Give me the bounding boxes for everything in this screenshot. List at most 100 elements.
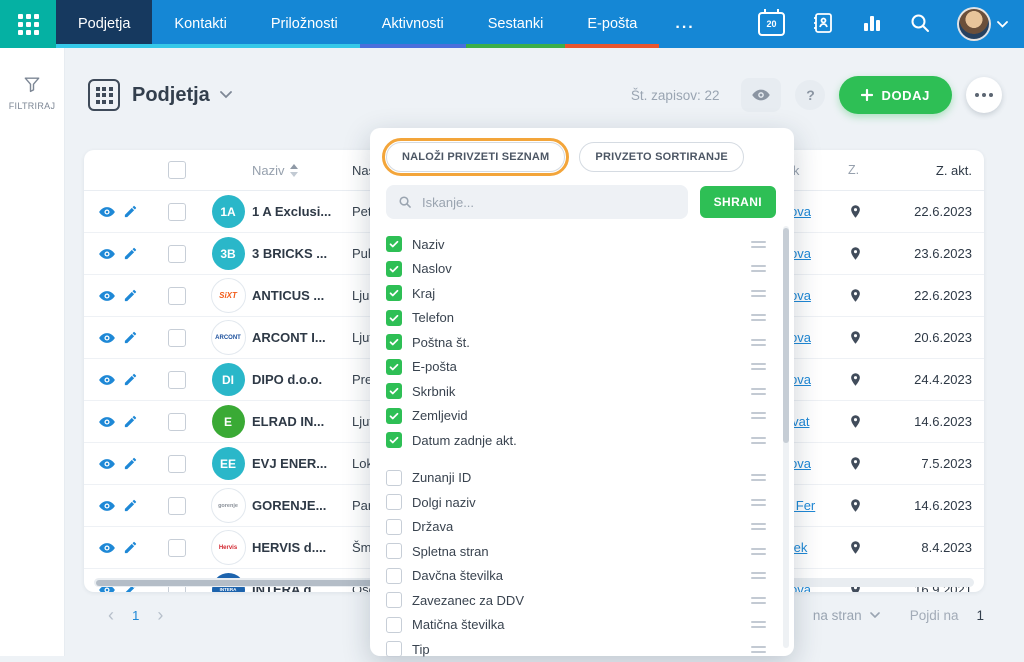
view-row-icon[interactable] [98,203,116,221]
edit-row-icon[interactable] [123,372,138,387]
map-pin-icon[interactable] [848,372,863,387]
tab-sestanki[interactable]: Sestanki [466,0,566,48]
row-checkbox[interactable] [168,287,186,305]
edit-row-icon[interactable] [123,414,138,429]
company-name[interactable]: ARCONT I... [252,330,352,345]
drag-handle-icon[interactable] [751,572,766,579]
visibility-toggle-button[interactable] [741,78,781,112]
edit-row-icon[interactable] [123,540,138,555]
column-checkbox-checked[interactable] [386,359,402,375]
column-checkbox-checked[interactable] [386,261,402,277]
per-page-selector[interactable]: na stran [813,608,880,623]
company-name[interactable]: ELRAD IN... [252,414,352,429]
view-selector-chevron[interactable] [220,91,232,99]
more-tabs-button[interactable]: ... [659,0,710,48]
drag-handle-icon[interactable] [751,363,766,370]
map-pin-icon[interactable] [848,540,863,555]
default-sorting-button[interactable]: PRIVZETO SORTIRANJE [579,142,744,172]
header-zadnja-aktivnost[interactable]: Z. akt. [876,163,984,178]
edit-row-icon[interactable] [123,456,138,471]
column-checkbox-unchecked[interactable] [386,568,402,584]
column-search-box[interactable] [386,185,688,219]
column-checkbox-unchecked[interactable] [386,592,402,608]
row-checkbox[interactable] [168,329,186,347]
drag-handle-icon[interactable] [751,597,766,604]
save-columns-button[interactable]: SHRANI [700,186,776,218]
view-row-icon[interactable] [98,245,116,263]
drag-handle-icon[interactable] [751,241,766,248]
drag-handle-icon[interactable] [751,646,766,653]
drag-handle-icon[interactable] [751,437,766,444]
more-actions-button[interactable] [966,77,1002,113]
company-name[interactable]: GORENJE... [252,498,352,513]
calendar-button[interactable]: 20 [758,12,785,36]
column-checkbox-checked[interactable] [386,236,402,252]
column-checkbox-unchecked[interactable] [386,519,402,535]
company-name[interactable]: HERVIS d.... [252,540,352,555]
view-row-icon[interactable] [98,455,116,473]
map-pin-icon[interactable] [848,246,863,261]
load-default-list-button[interactable]: NALOŽI PRIVZETI SEZNAM [386,142,565,172]
company-name[interactable]: 3 BRICKS ... [252,246,352,261]
map-pin-icon[interactable] [848,414,863,429]
row-checkbox[interactable] [168,371,186,389]
row-checkbox[interactable] [168,497,186,515]
search-button[interactable] [909,12,931,37]
row-checkbox[interactable] [168,455,186,473]
filter-button[interactable]: FILTRIRAJ [9,74,56,111]
column-checkbox-unchecked[interactable] [386,494,402,510]
column-checkbox-checked[interactable] [386,383,402,399]
map-pin-icon[interactable] [848,288,863,303]
view-row-icon[interactable] [98,287,116,305]
map-pin-icon[interactable] [848,204,863,219]
drag-handle-icon[interactable] [751,412,766,419]
apps-menu-button[interactable] [0,0,56,48]
map-pin-icon[interactable] [848,456,863,471]
header-zemljevid[interactable]: Z. [848,163,876,177]
view-row-icon[interactable] [98,329,116,347]
next-page-button[interactable]: › [145,606,175,624]
drag-handle-icon[interactable] [751,548,766,555]
select-all-checkbox[interactable] [168,161,186,179]
column-checkbox-checked[interactable] [386,334,402,350]
goto-page-input[interactable]: 1 [976,608,984,623]
add-record-button[interactable]: DODAJ [839,76,952,114]
drag-handle-icon[interactable] [751,474,766,481]
drag-handle-icon[interactable] [751,265,766,272]
company-name[interactable]: EVJ ENER... [252,456,352,471]
edit-row-icon[interactable] [123,246,138,261]
view-row-icon[interactable] [98,413,116,431]
column-checkbox-unchecked[interactable] [386,641,402,657]
row-checkbox[interactable] [168,539,186,557]
popup-scrollbar-thumb[interactable] [783,228,789,443]
drag-handle-icon[interactable] [751,314,766,321]
contacts-book-button[interactable] [811,11,835,38]
column-checkbox-checked[interactable] [386,285,402,301]
column-search-input[interactable] [420,194,676,211]
drag-handle-icon[interactable] [751,339,766,346]
edit-row-icon[interactable] [123,498,138,513]
help-button[interactable]: ? [795,80,825,110]
company-name[interactable]: DIPO d.o.o. [252,372,352,387]
column-checkbox-unchecked[interactable] [386,543,402,559]
column-checkbox-checked[interactable] [386,432,402,448]
tab-e-po-ta[interactable]: E-pošta [565,0,659,48]
tab-kontakti[interactable]: Kontakti [152,0,248,48]
view-row-icon[interactable] [98,371,116,389]
map-pin-icon[interactable] [848,330,863,345]
drag-handle-icon[interactable] [751,499,766,506]
tab-aktivnosti[interactable]: Aktivnosti [360,0,466,48]
row-checkbox[interactable] [168,203,186,221]
view-row-icon[interactable] [98,497,116,515]
tab-prilo-nosti[interactable]: Priložnosti [249,0,360,48]
header-naziv[interactable]: Naziv [252,163,352,178]
drag-handle-icon[interactable] [751,290,766,297]
reports-button[interactable] [861,12,883,37]
edit-row-icon[interactable] [123,204,138,219]
column-checkbox-checked[interactable] [386,310,402,326]
tab-podjetja[interactable]: Podjetja [56,0,152,48]
drag-handle-icon[interactable] [751,388,766,395]
current-page-button[interactable]: 1 [126,608,145,623]
column-checkbox-checked[interactable] [386,408,402,424]
edit-row-icon[interactable] [123,330,138,345]
